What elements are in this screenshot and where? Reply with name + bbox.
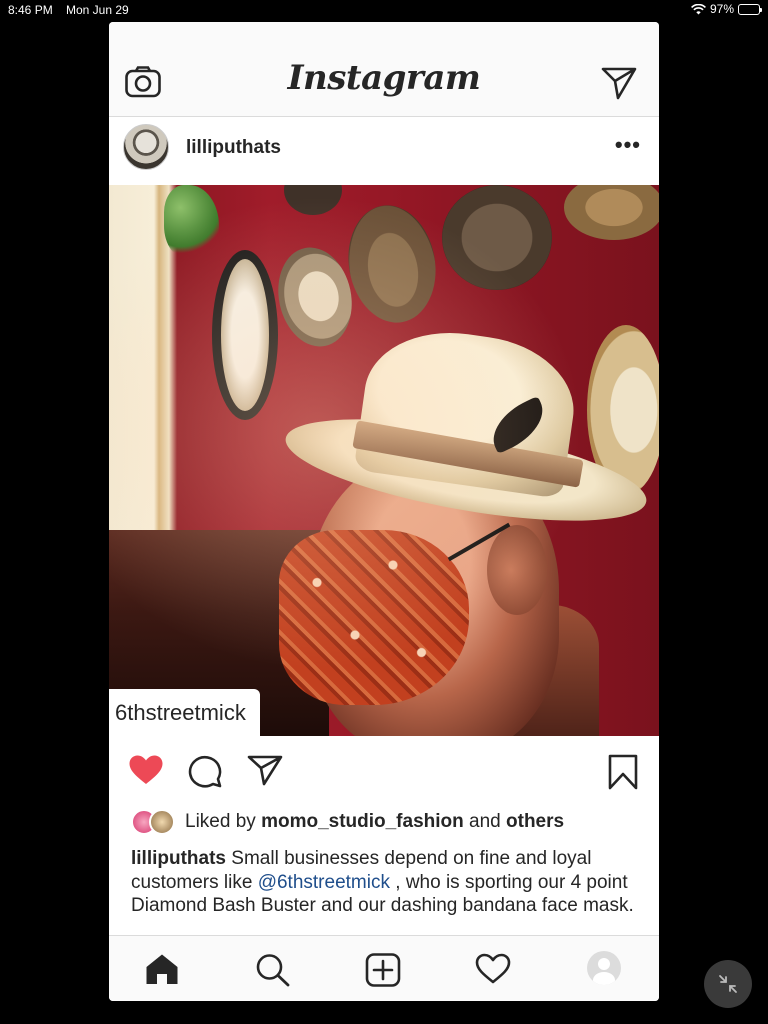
status-bar: 8:46 PM Mon Jun 29 97% xyxy=(0,0,768,20)
likes-conjunction: and xyxy=(469,811,501,832)
status-time: 8:46 PM xyxy=(8,3,53,17)
add-post-icon[interactable] xyxy=(365,953,401,987)
battery-icon xyxy=(738,3,762,15)
share-icon[interactable] xyxy=(247,754,283,786)
minimize-button[interactable] xyxy=(704,960,752,1008)
likes-others[interactable]: others xyxy=(506,811,564,833)
caption-username[interactable]: lilliputhats xyxy=(131,848,226,869)
activity-heart-icon[interactable] xyxy=(475,953,511,985)
status-right: 97% xyxy=(691,2,762,16)
search-icon[interactable] xyxy=(255,953,291,987)
instagram-logo: Instagram xyxy=(287,58,481,98)
status-date: Mon Jun 29 xyxy=(66,3,129,17)
post-caption: lilliputhats Small businesses depend on … xyxy=(131,847,641,935)
instagram-app: Instagram lilliputhats ••• 6thstreetmick… xyxy=(109,22,659,1001)
post-author-avatar[interactable] xyxy=(123,124,169,170)
battery-percent: 97% xyxy=(709,2,734,16)
liker-avatar xyxy=(149,809,175,835)
caption-mention[interactable]: @6thstreetmick xyxy=(258,872,390,893)
likes-user[interactable]: momo_studio_fashion xyxy=(261,811,464,833)
post-photo[interactable]: 6thstreetmick xyxy=(109,185,659,736)
post-header: lilliputhats ••• xyxy=(109,118,659,185)
comment-icon[interactable] xyxy=(187,754,223,788)
home-icon[interactable] xyxy=(145,953,179,985)
photo-user-tag[interactable]: 6thstreetmick xyxy=(109,689,260,736)
more-options-icon[interactable]: ••• xyxy=(615,132,641,158)
minimize-arrows-icon xyxy=(719,975,737,993)
liker-avatars xyxy=(131,809,177,835)
post-actions xyxy=(109,736,659,806)
likes-prefix: Liked by xyxy=(185,811,256,832)
likes-summary[interactable]: Liked by momo_studio_fashion and others xyxy=(131,808,564,836)
wifi-icon xyxy=(691,3,706,14)
bottom-nav xyxy=(109,935,659,1001)
profile-icon[interactable] xyxy=(587,951,621,985)
app-header: Instagram xyxy=(109,22,659,117)
direct-message-icon[interactable] xyxy=(601,66,637,100)
heart-icon[interactable] xyxy=(128,754,164,786)
bookmark-icon[interactable] xyxy=(608,754,638,790)
post-author-username[interactable]: lilliputhats xyxy=(186,137,281,159)
